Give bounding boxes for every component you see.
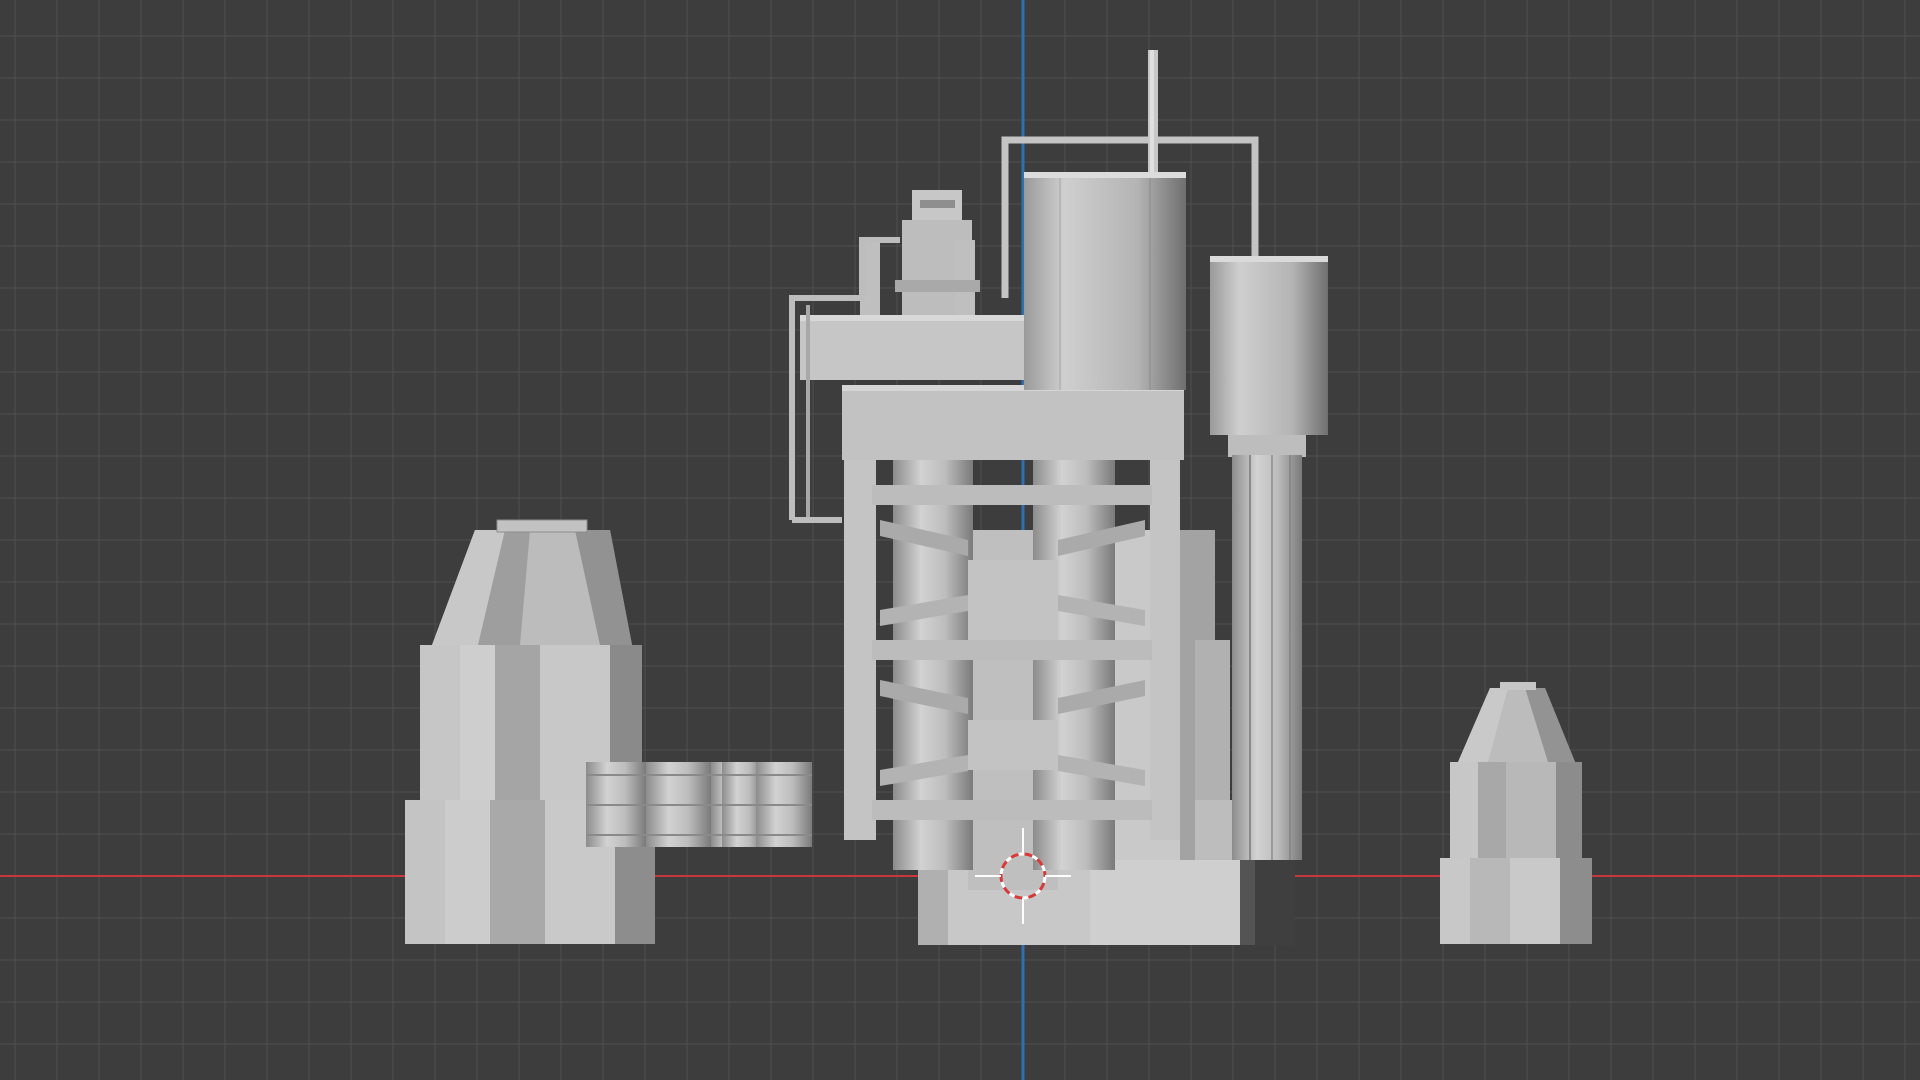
3d-viewport[interactable] bbox=[0, 0, 1920, 1080]
viewport-canvas[interactable] bbox=[0, 0, 1920, 1080]
left-tower[interactable] bbox=[405, 519, 655, 944]
barrels[interactable] bbox=[586, 762, 812, 847]
